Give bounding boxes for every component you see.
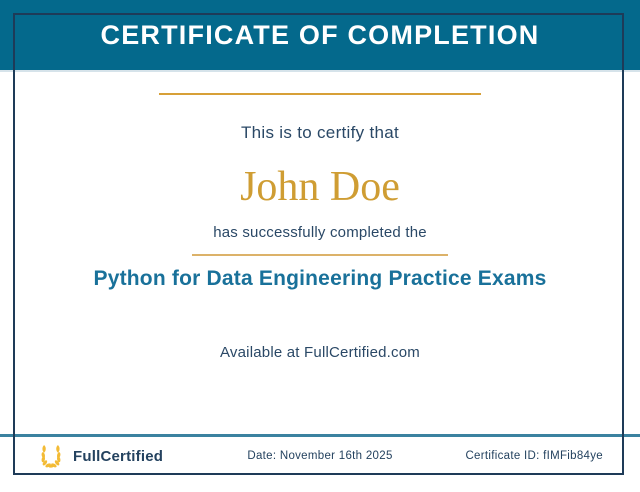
- certificate-date: Date: November 16th 2025: [247, 437, 392, 475]
- laurel-wreath-icon: [38, 443, 64, 469]
- brand-name: FullCertified: [73, 448, 163, 465]
- course-gold-divider: [192, 254, 448, 256]
- certificate-header-band: CERTIFICATE OF COMPLETION: [0, 0, 640, 70]
- certificate-page: CERTIFICATE OF COMPLETION This is to cer…: [0, 0, 640, 492]
- completion-text: has successfully completed the: [0, 224, 640, 241]
- certificate-inner-frame: [13, 13, 624, 475]
- brand-group: FullCertified: [38, 437, 163, 475]
- availability-text: Available at FullCertified.com: [0, 344, 640, 361]
- recipient-name: John Doe: [0, 163, 640, 211]
- certificate-header-title: CERTIFICATE OF COMPLETION: [101, 20, 540, 51]
- top-gold-divider: [159, 93, 481, 95]
- certify-text: This is to certify that: [0, 123, 640, 143]
- certificate-id: Certificate ID: fIMFib84ye: [465, 437, 603, 475]
- certificate-footer: FullCertified Date: November 16th 2025 C…: [15, 437, 625, 475]
- course-title: Python for Data Engineering Practice Exa…: [0, 267, 640, 291]
